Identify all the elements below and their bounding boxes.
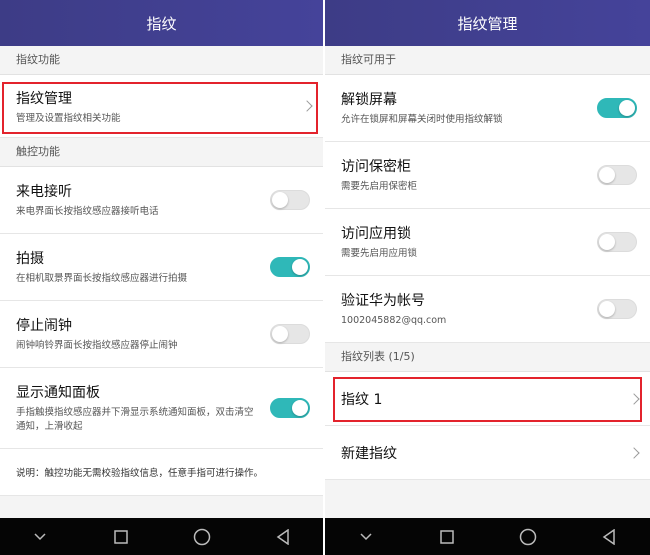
chevron-down-icon[interactable]	[351, 525, 381, 549]
setting-item-notification-panel[interactable]: 显示通知面板 手指触摸指纹感应器并下滑显示系统通知面板，双击清空通知，上滑收起	[0, 368, 323, 449]
toggle-knob	[272, 192, 288, 208]
toggle-switch[interactable]	[270, 190, 310, 210]
toggle-switch[interactable]	[597, 299, 637, 319]
back-triangle-icon[interactable]	[594, 525, 624, 549]
setting-item-huawei-account[interactable]: 验证华为帐号 1002045882@qq.com	[325, 276, 650, 343]
setting-item-take-photo[interactable]: 拍摄 在相机取景界面长按指纹感应器进行拍摄	[0, 234, 323, 301]
note-text: 说明：触控功能无需校验指纹信息，任意手指可进行操作。	[0, 449, 323, 496]
section-header: 指纹列表 (1/5)	[325, 343, 650, 372]
back-triangle-icon[interactable]	[268, 525, 298, 549]
fingerprint-item[interactable]: 指纹 1	[325, 372, 650, 426]
toggle-knob	[292, 259, 308, 275]
toggle-switch[interactable]	[597, 165, 637, 185]
toggle-knob	[272, 326, 288, 342]
toggle-knob	[599, 234, 615, 250]
screens: 指纹 指纹功能 指纹管理 管理及设置指纹相关功能 触控功能 来电接听 来电界面长…	[0, 0, 650, 555]
navigation-bar	[325, 518, 650, 555]
item-title: 新建指纹	[341, 445, 397, 462]
toggle-knob	[292, 400, 308, 416]
chevron-right-icon	[628, 446, 640, 459]
item-subtitle: 管理及设置指纹相关功能	[16, 113, 121, 124]
chevron-right-icon	[628, 392, 640, 405]
toggle-knob	[619, 100, 635, 116]
top-bar: 指纹	[0, 0, 323, 46]
setting-item-app-lock[interactable]: 访问应用锁 需要先启用应用锁	[325, 209, 650, 276]
toggle-knob	[599, 167, 615, 183]
toggle-switch[interactable]	[597, 232, 637, 252]
page-title: 指纹管理	[457, 14, 518, 33]
toggle-switch[interactable]	[270, 257, 310, 277]
fingerprint-management-item[interactable]: 指纹管理 管理及设置指纹相关功能	[0, 75, 323, 138]
fingerprint-panel: 指纹 指纹功能 指纹管理 管理及设置指纹相关功能 触控功能 来电接听 来电界面长…	[0, 0, 323, 555]
recent-square-icon[interactable]	[106, 525, 136, 549]
toggle-switch[interactable]	[270, 324, 310, 344]
top-bar: 指纹管理	[325, 0, 650, 46]
toggle-knob	[599, 301, 615, 317]
setting-item-safe-box[interactable]: 访问保密柜 需要先启用保密柜	[325, 142, 650, 209]
section-header: 指纹功能	[0, 46, 323, 75]
setting-item-answer-call[interactable]: 来电接听 来电界面长按指纹感应器接听电话	[0, 167, 323, 234]
fingerprint-management-panel: 指纹管理 指纹可用于 解锁屏幕 允许在锁屏和屏幕关闭时使用指纹解锁 访问保密柜 …	[325, 0, 650, 555]
setting-item-unlock-screen[interactable]: 解锁屏幕 允许在锁屏和屏幕关闭时使用指纹解锁	[325, 75, 650, 142]
setting-item-stop-alarm[interactable]: 停止闹钟 闹钟响铃界面长按指纹感应器停止闹钟	[0, 301, 323, 368]
new-fingerprint-item[interactable]: 新建指纹	[325, 426, 650, 480]
item-title: 指纹管理	[16, 91, 72, 107]
toggle-switch[interactable]	[597, 98, 637, 118]
navigation-bar	[0, 518, 323, 555]
item-title: 指纹 1	[341, 391, 383, 408]
section-header: 指纹可用于	[325, 46, 650, 75]
toggle-switch[interactable]	[270, 398, 310, 418]
home-circle-icon[interactable]	[513, 525, 543, 549]
section-header: 触控功能	[0, 138, 323, 167]
page-title: 指纹	[146, 14, 177, 33]
chevron-down-icon[interactable]	[25, 525, 55, 549]
home-circle-icon[interactable]	[187, 525, 217, 549]
recent-square-icon[interactable]	[432, 525, 462, 549]
